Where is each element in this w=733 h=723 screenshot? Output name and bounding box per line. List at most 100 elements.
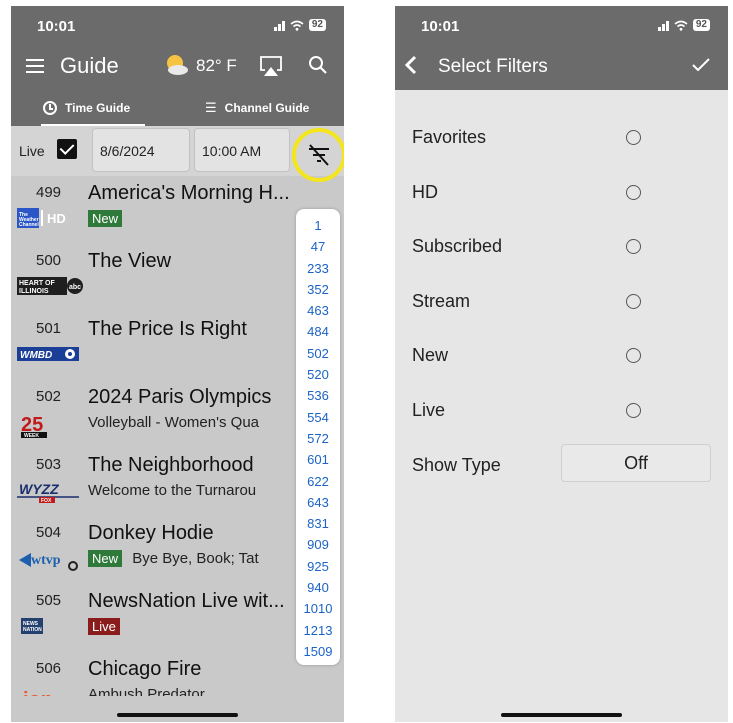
back-chevron-icon[interactable] bbox=[404, 54, 418, 76]
index-item[interactable]: 909 bbox=[296, 534, 340, 555]
hd-radio[interactable] bbox=[626, 185, 641, 200]
svg-text:NATION: NATION bbox=[23, 627, 42, 633]
highlight-ring bbox=[292, 128, 344, 182]
channel-row[interactable]: 505 NewsNation Live wit... Live NEWS NAT… bbox=[11, 590, 344, 658]
program-title: Chicago Fire bbox=[88, 658, 202, 680]
channel-number: 503 bbox=[36, 456, 62, 473]
filter-option-label: HD bbox=[412, 182, 438, 202]
tab-channel-guide[interactable]: ☰ Channel Guide bbox=[205, 90, 309, 126]
home-indicator[interactable] bbox=[117, 713, 238, 717]
weather-channel-logo: The Weather Channel HD bbox=[17, 208, 66, 228]
index-item[interactable]: 484 bbox=[296, 321, 340, 342]
channel-number: 500 bbox=[36, 252, 62, 269]
index-item[interactable]: 233 bbox=[296, 258, 340, 279]
subscribed-radio[interactable] bbox=[626, 239, 641, 254]
filter-option-label: Stream bbox=[412, 291, 471, 311]
week-25-logo: 25 WEEK bbox=[21, 414, 47, 439]
live-label: Live bbox=[19, 143, 45, 159]
new-badge: New bbox=[88, 550, 123, 567]
channel-number: 505 bbox=[36, 592, 62, 609]
program-subtitle: Bye Bye, Book; Tat bbox=[132, 550, 259, 567]
program-subtitle: Welcome to the Turnarou bbox=[88, 482, 257, 499]
channel-number: 506 bbox=[36, 660, 62, 677]
status-icons: 92 bbox=[273, 19, 326, 31]
channel-number: 499 bbox=[36, 184, 62, 201]
weather-temperature: 82° F bbox=[196, 56, 237, 75]
index-item[interactable]: 1010 bbox=[296, 598, 340, 619]
index-item[interactable]: 1 bbox=[296, 215, 340, 236]
program-title: The View bbox=[88, 250, 172, 272]
favorites-radio[interactable] bbox=[626, 130, 641, 145]
filter-option-label: Live bbox=[412, 400, 446, 420]
channel-logo: 25 WEEK bbox=[17, 412, 51, 439]
home-area bbox=[11, 696, 344, 722]
index-item[interactable]: 352 bbox=[296, 279, 340, 300]
partly-sunny-icon bbox=[167, 55, 188, 75]
show-type-select[interactable]: Off bbox=[561, 444, 711, 482]
index-item[interactable]: 1213 bbox=[296, 620, 340, 641]
wifi-icon bbox=[674, 20, 688, 31]
channel-logo: WYZZ FOX bbox=[17, 480, 81, 504]
signal-icon bbox=[273, 20, 285, 31]
new-badge: New bbox=[88, 210, 123, 227]
channel-logo: ion bbox=[17, 684, 67, 696]
list-icon: ☰ bbox=[205, 100, 217, 115]
index-item[interactable]: 831 bbox=[296, 513, 340, 534]
channel-row[interactable]: 503 The Neighborhood Welcome to the Turn… bbox=[11, 454, 344, 522]
channel-row[interactable]: 501 The Price Is Right WMBD bbox=[11, 318, 344, 386]
home-indicator[interactable] bbox=[501, 713, 622, 717]
index-item[interactable]: 601 bbox=[296, 449, 340, 470]
show-type-label: Show Type bbox=[412, 455, 501, 475]
index-item[interactable]: 554 bbox=[296, 407, 340, 428]
new-radio[interactable] bbox=[626, 348, 641, 363]
tab-time-guide[interactable]: Time Guide bbox=[43, 90, 130, 126]
live-checkbox[interactable] bbox=[57, 139, 77, 159]
index-item[interactable]: 536 bbox=[296, 385, 340, 406]
tab-label: Channel Guide bbox=[224, 101, 310, 115]
channel-row[interactable]: 504 Donkey Hodie New Bye Bye, Book; Tat … bbox=[11, 522, 344, 590]
clock-icon bbox=[43, 101, 57, 115]
search-icon[interactable] bbox=[308, 55, 328, 75]
program-title: 2024 Paris Olympics bbox=[88, 386, 272, 408]
index-item[interactable]: 502 bbox=[296, 343, 340, 364]
airplay-icon[interactable] bbox=[259, 55, 283, 77]
stream-radio[interactable] bbox=[626, 294, 641, 309]
channel-row[interactable]: 502 2024 Paris Olympics Volleyball - Wom… bbox=[11, 386, 344, 454]
index-item[interactable]: 1509 bbox=[296, 641, 340, 662]
svg-text:abc: abc bbox=[69, 284, 81, 291]
channel-logo: wtvp bbox=[17, 548, 85, 571]
filter-option-label: New bbox=[412, 345, 449, 365]
index-item[interactable]: 643 bbox=[296, 492, 340, 513]
battery-icon: 92 bbox=[692, 19, 710, 31]
menu-icon[interactable] bbox=[26, 59, 44, 73]
channel-list: 499 America's Morning H... New The Weath… bbox=[11, 176, 344, 696]
wyzz-fox-logo: WYZZ FOX bbox=[17, 481, 79, 504]
index-item[interactable]: 47 bbox=[296, 236, 340, 257]
index-item[interactable]: 520 bbox=[296, 364, 340, 385]
checkmark-icon[interactable] bbox=[691, 57, 711, 73]
channel-row[interactable]: 500 The View HEART OF ILLINOIS abc bbox=[11, 250, 344, 318]
svg-text:WMBD: WMBD bbox=[20, 350, 52, 361]
channel-row[interactable]: 506 Chicago Fire Ambush Predator ion bbox=[11, 658, 344, 696]
status-time: 10:01 bbox=[421, 18, 460, 35]
status-bar: 10:01 92 bbox=[395, 6, 728, 44]
ion-logo: ion bbox=[23, 689, 53, 696]
channel-row[interactable]: 499 America's Morning H... New The Weath… bbox=[11, 182, 344, 250]
svg-text:WYZZ: WYZZ bbox=[19, 481, 59, 497]
date-field[interactable]: 8/6/2024 bbox=[92, 128, 190, 172]
wifi-icon bbox=[290, 20, 304, 31]
select-filters-screen: 10:01 92 Select Filters Favorites HD Sub… bbox=[395, 6, 728, 722]
live-radio[interactable] bbox=[626, 403, 641, 418]
index-item[interactable]: 622 bbox=[296, 471, 340, 492]
index-item[interactable]: 925 bbox=[296, 556, 340, 577]
index-item[interactable]: 572 bbox=[296, 428, 340, 449]
index-item[interactable]: 463 bbox=[296, 300, 340, 321]
program-title: Donkey Hodie bbox=[88, 522, 214, 544]
wmbd-logo: WMBD bbox=[17, 347, 79, 361]
time-field[interactable]: 10:00 AM bbox=[194, 128, 290, 172]
index-item[interactable]: 940 bbox=[296, 577, 340, 598]
tab-label: Time Guide bbox=[65, 101, 131, 115]
program-title: The Price Is Right bbox=[88, 318, 247, 340]
svg-text:WEEK: WEEK bbox=[24, 433, 39, 438]
status-icons: 92 bbox=[657, 19, 710, 31]
